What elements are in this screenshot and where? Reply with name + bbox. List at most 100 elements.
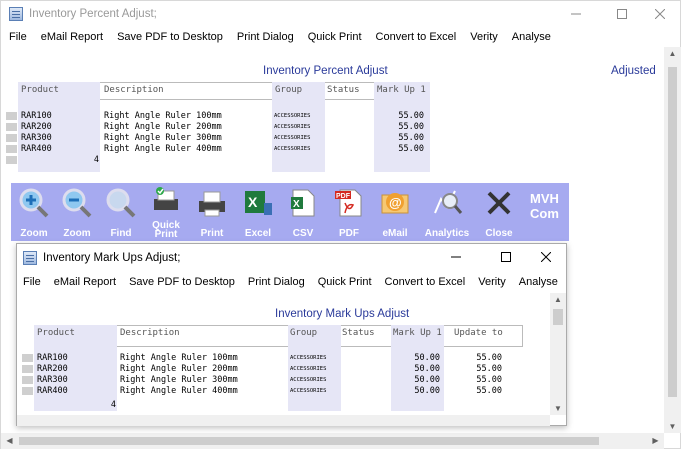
inner-horizontal-scrollbar[interactable] xyxy=(17,415,550,426)
scroll-up-arrow-icon[interactable]: ▲ xyxy=(664,49,681,58)
report-toolbar: Zoom Zoom Find Quick Print Print X Excel… xyxy=(11,183,569,241)
email-icon: @ xyxy=(381,193,409,214)
menu-file[interactable]: File xyxy=(9,31,27,43)
cell-description: Right Angle Ruler 100mm xyxy=(104,111,222,121)
row-selector[interactable] xyxy=(6,112,17,120)
pdf-button[interactable]: PDF PDF xyxy=(329,183,369,241)
menu-quick-print[interactable]: Quick Print xyxy=(308,31,362,43)
excel-button[interactable]: X Excel xyxy=(238,183,278,241)
cell-update-to: 55.00 xyxy=(476,375,502,385)
inner-col-header-update-to: Update to xyxy=(454,328,503,338)
row-selector[interactable] xyxy=(6,123,17,131)
adjusted-label: Adjusted xyxy=(611,65,656,77)
cell-markup1: 50.00 xyxy=(414,353,440,363)
row-selector[interactable] xyxy=(22,365,33,373)
cell-description: Right Angle Ruler 100mm xyxy=(120,353,238,363)
inner-window: Inventory Mark Ups Adjust; File eMail Re… xyxy=(16,243,567,426)
outer-vscroll-thumb[interactable] xyxy=(668,67,677,397)
inner-scroll-up-arrow-icon[interactable]: ▲ xyxy=(550,295,566,304)
menu-print-dialog[interactable]: Print Dialog xyxy=(237,31,294,43)
inner-minimize-button[interactable] xyxy=(433,244,479,270)
row-selector[interactable] xyxy=(22,376,33,384)
inner-count: 4 xyxy=(110,400,116,410)
csv-label: CSV xyxy=(292,228,314,239)
cell-markup1: 55.00 xyxy=(398,133,424,143)
inner-menu-file[interactable]: File xyxy=(23,276,41,288)
scroll-left-arrow-icon[interactable]: ◀ xyxy=(1,436,18,445)
outer-titlebar[interactable]: Inventory Percent Adjust; xyxy=(1,1,680,27)
close-report-button[interactable]: Close xyxy=(478,183,520,241)
email-button[interactable]: @ eMail xyxy=(374,183,416,241)
cell-markup1: 55.00 xyxy=(398,111,424,121)
cell-group: ACCESSORIES xyxy=(290,355,327,361)
cell-markup1: 50.00 xyxy=(414,386,440,396)
svg-text:PDF: PDF xyxy=(336,193,351,200)
inner-scroll-down-arrow-icon[interactable]: ▼ xyxy=(550,404,566,413)
inner-menu-email-report[interactable]: eMail Report xyxy=(54,276,116,288)
row-selector[interactable] xyxy=(22,387,33,395)
scroll-right-arrow-icon[interactable]: ▶ xyxy=(647,436,664,445)
cell-product: RAR100 xyxy=(21,111,52,121)
inner-menu-verity[interactable]: Verity xyxy=(478,276,506,288)
cell-description: Right Angle Ruler 400mm xyxy=(120,386,238,396)
print-button[interactable]: Print xyxy=(192,183,232,241)
close-button[interactable] xyxy=(637,1,681,27)
cell-group: ACCESSORIES xyxy=(274,124,311,130)
row-selector[interactable] xyxy=(6,145,17,153)
cell-markup1: 55.00 xyxy=(398,144,424,154)
row-selector[interactable] xyxy=(6,134,17,142)
menu-save-pdf[interactable]: Save PDF to Desktop xyxy=(117,31,223,43)
inner-minimize-icon xyxy=(451,256,461,258)
col-header-product: Product xyxy=(21,85,59,95)
col-header-description: Description xyxy=(104,85,164,95)
quick-print-button[interactable]: Quick Print xyxy=(145,183,187,241)
cell-group: ACCESSORIES xyxy=(290,366,327,372)
csv-button[interactable]: X CSV xyxy=(283,183,323,241)
zoom-out-button[interactable]: Zoom xyxy=(57,183,97,241)
inner-menu-save-pdf[interactable]: Save PDF to Desktop xyxy=(129,276,235,288)
brand-text: MVH Com xyxy=(530,191,559,221)
col-header-markup1: Mark Up 1 xyxy=(377,85,426,95)
cell-update-to: 55.00 xyxy=(476,353,502,363)
col-header-group: Group xyxy=(275,85,303,95)
inner-close-button[interactable] xyxy=(523,244,569,270)
outer-menubar: File eMail Report Save PDF to Desktop Pr… xyxy=(1,27,680,47)
scroll-down-arrow-icon[interactable]: ▼ xyxy=(664,422,681,431)
email-label: eMail xyxy=(382,228,408,239)
excel-label: Excel xyxy=(244,228,272,239)
row-selector[interactable] xyxy=(6,156,17,164)
inner-menu-convert-excel[interactable]: Convert to Excel xyxy=(385,276,466,288)
menu-email-report[interactable]: eMail Report xyxy=(41,31,103,43)
row-selector[interactable] xyxy=(22,354,33,362)
zoom-in-button[interactable]: Zoom xyxy=(14,183,54,241)
inner-report-title: Inventory Mark Ups Adjust xyxy=(275,308,410,320)
minimize-button[interactable] xyxy=(553,1,599,27)
analytics-button[interactable]: Analytics xyxy=(421,183,473,241)
zoom-out-label: Zoom xyxy=(63,228,91,239)
inner-menu-quick-print[interactable]: Quick Print xyxy=(318,276,372,288)
cell-description: Right Angle Ruler 400mm xyxy=(104,144,222,154)
find-button[interactable]: Find xyxy=(101,183,141,241)
cell-description: Right Angle Ruler 200mm xyxy=(104,122,222,132)
outer-report-title: Inventory Percent Adjust xyxy=(263,65,388,77)
inner-app-icon xyxy=(23,251,37,265)
inner-menu-print-dialog[interactable]: Print Dialog xyxy=(248,276,305,288)
outer-hscroll-thumb[interactable] xyxy=(19,437,599,445)
cell-update-to: 55.00 xyxy=(476,386,502,396)
menu-analyse[interactable]: Analyse xyxy=(512,31,551,43)
outer-vertical-scrollbar[interactable]: ▲ ▼ xyxy=(664,47,681,433)
inner-vertical-scrollbar[interactable]: ▲ ▼ xyxy=(550,293,566,415)
excel-icon: X xyxy=(245,191,272,215)
inner-menu-analyse[interactable]: Analyse xyxy=(519,276,558,288)
menu-verity[interactable]: Verity xyxy=(470,31,498,43)
zoom-in-label: Zoom xyxy=(20,228,48,239)
close-icon xyxy=(655,9,665,19)
outer-window-title: Inventory Percent Adjust; xyxy=(29,8,157,20)
inner-vscroll-thumb[interactable] xyxy=(553,309,563,325)
pdf-icon: PDF xyxy=(335,189,362,217)
cell-product: RAR400 xyxy=(21,144,52,154)
cell-markup1: 50.00 xyxy=(414,364,440,374)
menu-convert-excel[interactable]: Convert to Excel xyxy=(376,31,457,43)
inner-titlebar[interactable]: Inventory Mark Ups Adjust; xyxy=(17,244,566,272)
outer-horizontal-scrollbar[interactable]: ◀ ▶ xyxy=(1,433,664,449)
